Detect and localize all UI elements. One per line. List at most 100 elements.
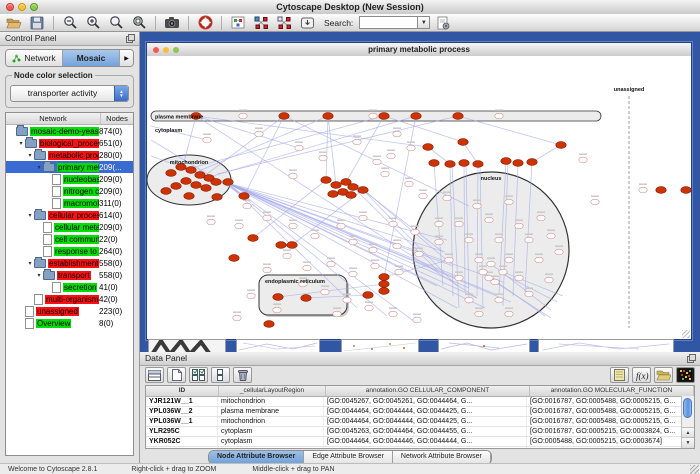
network-node[interactable] bbox=[443, 195, 451, 201]
network-node-selected-color[interactable] bbox=[379, 288, 389, 295]
network-node[interactable] bbox=[505, 311, 513, 317]
tree-row[interactable]: nitrogen compo209(0) bbox=[6, 185, 133, 197]
disclosure-triangle-icon[interactable]: ▾ bbox=[26, 212, 34, 219]
zoom-selected-icon[interactable] bbox=[106, 15, 126, 31]
network-node-selected-color[interactable] bbox=[473, 161, 483, 168]
table-row[interactable]: YKR052Ccytoplasm[GO:0044464, GO:0044446,… bbox=[146, 437, 694, 447]
network-node-selected-color[interactable] bbox=[681, 187, 691, 194]
network-view-window[interactable]: primary metabolic process plasma me bbox=[146, 42, 692, 340]
network-node[interactable] bbox=[247, 293, 255, 299]
network-node-selected-color[interactable] bbox=[212, 194, 222, 201]
network-node[interactable] bbox=[435, 221, 443, 227]
network-node-selected-color[interactable] bbox=[445, 161, 455, 168]
background-window-fragment[interactable] bbox=[236, 339, 320, 352]
network-node-selected-color[interactable] bbox=[411, 113, 421, 120]
heatmap-icon[interactable] bbox=[676, 367, 695, 383]
disclosure-triangle-icon[interactable]: ▾ bbox=[35, 272, 43, 279]
network-node[interactable] bbox=[389, 311, 397, 317]
column-header-cellular-component[interactable]: annotation.GO CELLULAR_COMPONENT bbox=[326, 386, 530, 396]
table-row[interactable]: YJR121W__1mitochondrion[GO:0045267, GO:0… bbox=[146, 397, 694, 407]
network-node[interactable] bbox=[455, 275, 463, 281]
network-node-selected-color[interactable] bbox=[513, 160, 523, 167]
column-header-molecular-function[interactable]: annotation.GO MOLECULAR_FUNCTION bbox=[530, 386, 694, 396]
search-input[interactable] bbox=[359, 16, 417, 29]
network-node[interactable] bbox=[349, 271, 357, 277]
network-node[interactable] bbox=[495, 237, 503, 243]
network-node[interactable] bbox=[465, 237, 473, 243]
help-lifebuoy-icon[interactable] bbox=[195, 15, 215, 31]
network-node[interactable] bbox=[395, 269, 403, 275]
tree-row[interactable]: Overview8(0) bbox=[6, 317, 133, 329]
zoom-window-button[interactable] bbox=[30, 3, 38, 11]
network-node[interactable] bbox=[485, 217, 493, 223]
network-node[interactable] bbox=[415, 251, 423, 257]
network-node[interactable] bbox=[319, 155, 327, 161]
network-node[interactable] bbox=[505, 199, 513, 205]
tree-row[interactable]: ▾primary metabo209(... bbox=[6, 161, 133, 173]
unselect-attributes-icon[interactable] bbox=[211, 367, 230, 383]
network-node-selected-color[interactable] bbox=[358, 187, 368, 194]
background-window-fragment[interactable] bbox=[148, 339, 226, 352]
search-options-icon[interactable] bbox=[433, 15, 453, 31]
network-node[interactable] bbox=[289, 173, 297, 179]
network-node[interactable] bbox=[639, 187, 647, 193]
float-panel-icon[interactable] bbox=[687, 354, 696, 363]
network-node[interactable] bbox=[525, 291, 533, 297]
network-node-selected-color[interactable] bbox=[459, 160, 469, 167]
network-node-selected-color[interactable] bbox=[331, 182, 341, 189]
network-canvas[interactable]: plasma membrane cytoplasm mitochondrion … bbox=[147, 56, 691, 339]
network-node[interactable] bbox=[411, 229, 419, 235]
network-node-selected-color[interactable] bbox=[453, 113, 463, 120]
minimize-view-button[interactable] bbox=[163, 47, 169, 53]
network-node[interactable] bbox=[465, 297, 473, 303]
tab-mosaic[interactable]: Mosaic bbox=[63, 50, 120, 66]
attribute-table-icon[interactable] bbox=[145, 367, 164, 383]
scroll-down-icon[interactable]: ▼ bbox=[682, 437, 694, 448]
network-node[interactable] bbox=[343, 297, 351, 303]
background-window-fragment[interactable] bbox=[341, 339, 419, 352]
network-node[interactable] bbox=[475, 257, 483, 263]
network-node[interactable] bbox=[525, 237, 533, 243]
network-node-selected-color[interactable] bbox=[161, 188, 171, 195]
network-node[interactable] bbox=[255, 131, 263, 137]
network-node[interactable] bbox=[413, 317, 421, 323]
network-node[interactable] bbox=[387, 153, 395, 159]
scrollbar-thumb[interactable] bbox=[683, 398, 692, 418]
network-node-selected-color[interactable] bbox=[248, 235, 258, 242]
network-node[interactable] bbox=[239, 113, 247, 119]
tree-row[interactable]: cellular metabo209(0) bbox=[6, 221, 133, 233]
column-header-region[interactable]: _cellularLayoutRegion bbox=[219, 386, 326, 396]
network-node-selected-color[interactable] bbox=[501, 158, 511, 165]
network-node[interactable] bbox=[435, 239, 443, 245]
network-node[interactable] bbox=[475, 311, 483, 317]
network-node[interactable] bbox=[203, 137, 211, 143]
delete-attribute-icon[interactable] bbox=[233, 367, 252, 383]
network-node[interactable] bbox=[273, 307, 281, 313]
network-node[interactable] bbox=[311, 233, 319, 239]
formula-fx-icon[interactable]: f(x) bbox=[632, 367, 651, 383]
network-node-selected-color[interactable] bbox=[379, 274, 389, 281]
network-node[interactable] bbox=[419, 193, 427, 199]
network-node-selected-color[interactable] bbox=[186, 167, 196, 174]
zoom-view-button[interactable] bbox=[173, 47, 179, 53]
network-node[interactable] bbox=[505, 257, 513, 263]
network-node-selected-color[interactable] bbox=[171, 183, 181, 190]
network-node[interactable] bbox=[495, 297, 503, 303]
network-node[interactable] bbox=[487, 261, 495, 267]
network-node[interactable] bbox=[405, 181, 413, 187]
network-node[interactable] bbox=[407, 145, 415, 151]
tree-row[interactable]: macromolecule311(0) bbox=[6, 197, 133, 209]
network-node[interactable] bbox=[349, 239, 357, 245]
network-node-selected-color[interactable] bbox=[273, 294, 283, 301]
network-node[interactable] bbox=[389, 221, 397, 227]
snapshot-camera-icon[interactable] bbox=[162, 15, 182, 31]
network-node-selected-color[interactable] bbox=[191, 182, 201, 189]
network-node-selected-color[interactable] bbox=[556, 142, 566, 149]
tree-row[interactable]: nucleobase-209(0) bbox=[6, 173, 133, 185]
close-window-button[interactable] bbox=[6, 3, 14, 11]
new-attribute-icon[interactable] bbox=[167, 367, 186, 383]
network-node[interactable] bbox=[393, 243, 401, 249]
network-node-selected-color[interactable] bbox=[348, 184, 358, 191]
disclosure-triangle-icon[interactable]: ▾ bbox=[35, 164, 43, 171]
network-node-selected-color[interactable] bbox=[301, 295, 311, 302]
